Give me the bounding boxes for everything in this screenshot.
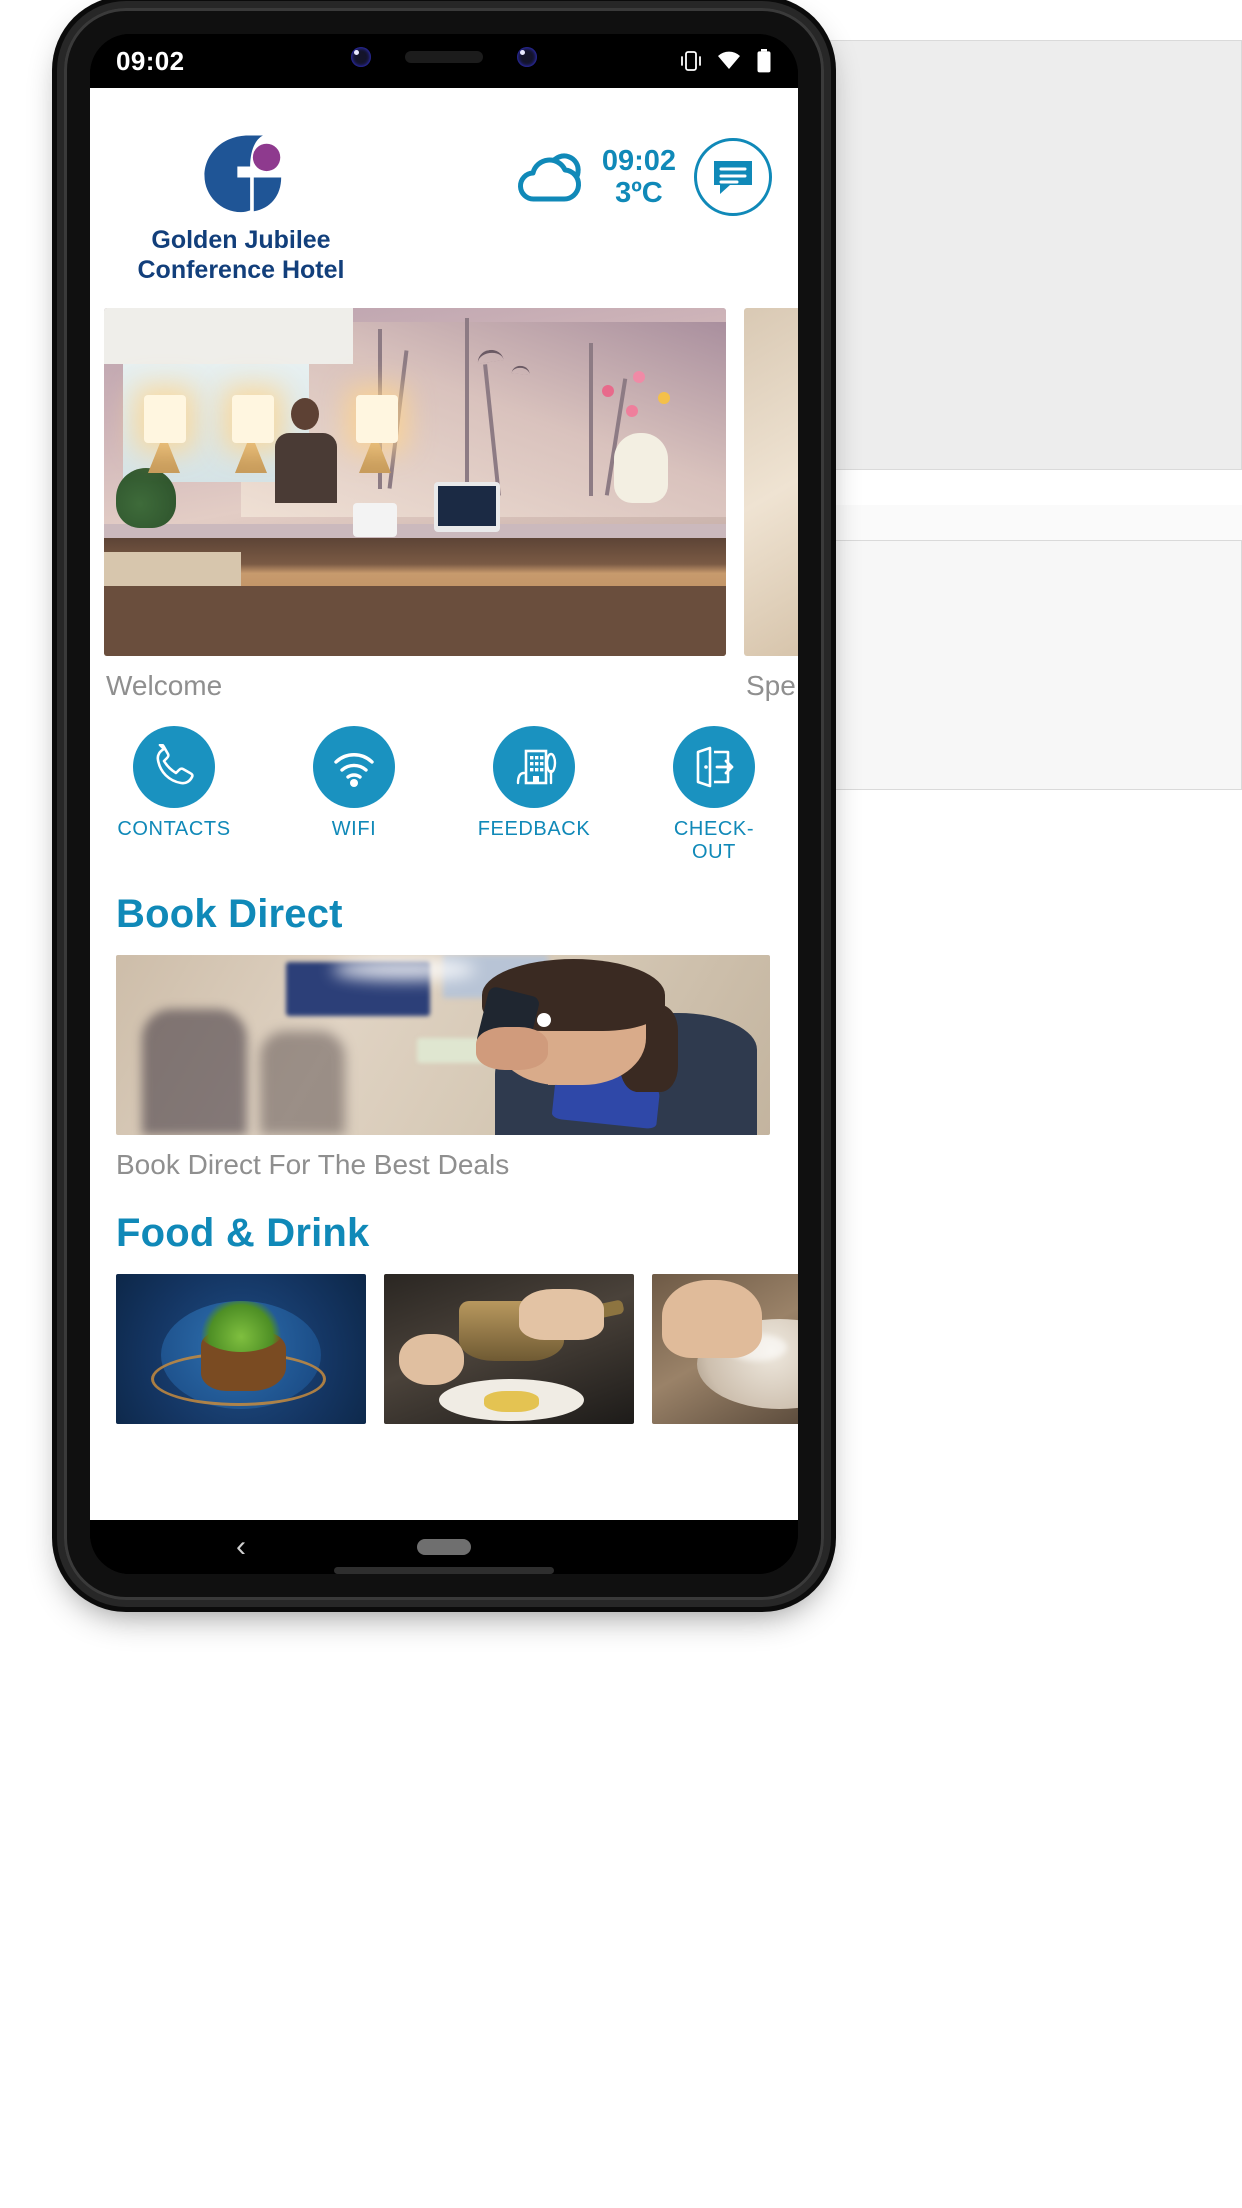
weather-time: 09:02 (601, 144, 676, 177)
phone-icon (156, 744, 194, 785)
plated-dish-photo[interactable] (116, 1274, 366, 1424)
quick-action-icon-circle (673, 726, 755, 808)
quick-action-icon-circle (313, 726, 395, 808)
chevron-left-icon[interactable]: ‹ (236, 1532, 246, 1562)
carousel-slide[interactable]: Welcome (104, 308, 726, 702)
section-food-drink: Food & Drink (90, 1181, 798, 1256)
status-bar-icons (680, 48, 772, 74)
cloud-icon (517, 153, 581, 202)
section-book-direct: Book Direct Book Direct For The Best Dea… (90, 874, 798, 1181)
background-panel-bottom (818, 540, 1242, 790)
chat-bubble-icon (714, 161, 752, 194)
weather-readout: 09:02 3ºC (602, 145, 676, 210)
quick-action-icon-circle (493, 726, 575, 808)
quick-action-contacts[interactable]: CONTACTS (112, 726, 236, 864)
quick-action-label: CHECK-OUT (673, 818, 755, 863)
special-offer-photo (744, 308, 798, 656)
display-notch (320, 34, 568, 80)
phone-device-frame: 09:02 Golden Jubilee Conference Hotel 09… (64, 8, 824, 1600)
app-header: Golden Jubilee Conference Hotel 09:02 3º… (90, 88, 798, 308)
phone-screen: 09:02 Golden Jubilee Conference Hotel 09… (90, 34, 798, 1574)
building-feedback-icon (516, 749, 557, 785)
brand-name: Golden Jubilee Conference Hotel (137, 226, 345, 284)
carousel-slide[interactable]: Spe (744, 308, 798, 702)
brand-block: Golden Jubilee Conference Hotel (116, 124, 366, 285)
android-navigation-bar: ‹ (90, 1520, 798, 1574)
quick-action-checkout[interactable]: CHECK-OUT (652, 726, 776, 864)
quick-actions-row: CONTACTS WIFI FEEDBACK CHECK-OUT (90, 702, 798, 874)
door-exit-icon (696, 746, 734, 788)
wifi-icon (718, 51, 740, 69)
home-pill-indicator[interactable] (417, 1539, 471, 1555)
status-bar-clock: 09:02 (116, 45, 185, 76)
background-panel-top (818, 40, 1242, 470)
screenshot-stage: 09:02 Golden Jubilee Conference Hotel 09… (0, 0, 1242, 2208)
hotel-reception-photo (104, 308, 726, 656)
carousel-caption: Spe (746, 670, 796, 701)
status-bar: 09:02 (90, 34, 798, 88)
chat-button[interactable] (694, 138, 772, 216)
bottom-speaker-grille (334, 1567, 554, 1574)
quick-action-wifi[interactable]: WIFI (292, 726, 416, 864)
section-caption: Book Direct For The Best Deals (116, 1149, 510, 1180)
header-right-cluster: 09:02 3ºC (512, 124, 772, 216)
earpiece-speaker (405, 51, 483, 63)
front-camera-icon (351, 47, 371, 67)
food-card-row[interactable] (90, 1274, 798, 1424)
section-title: Book Direct (116, 892, 343, 936)
chef-pouring-sauce-photo[interactable] (384, 1274, 634, 1424)
quick-action-icon-circle (133, 726, 215, 808)
carousel-caption: Welcome (106, 670, 223, 701)
weather-widget[interactable]: 09:02 3ºC (512, 145, 676, 210)
app-content: Golden Jubilee Conference Hotel 09:02 3º… (90, 88, 798, 1520)
front-camera-secondary-icon (517, 47, 537, 67)
quick-action-label: WIFI (331, 818, 377, 840)
vibrate-icon (681, 51, 701, 71)
chef-plating-photo[interactable] (652, 1274, 798, 1424)
quick-action-label: CONTACTS (117, 818, 231, 840)
wifi-icon (334, 753, 374, 787)
quick-action-label: FEEDBACK (477, 818, 591, 840)
quick-action-feedback[interactable]: FEEDBACK (472, 726, 596, 864)
hero-carousel[interactable]: Welcome Spe (90, 308, 798, 702)
weather-temperature: 3ºC (615, 177, 663, 209)
battery-icon (757, 49, 771, 73)
receptionist-on-phone-photo[interactable] (116, 955, 770, 1135)
section-title: Food & Drink (116, 1211, 370, 1255)
golden-jubilee-logo (204, 135, 282, 213)
